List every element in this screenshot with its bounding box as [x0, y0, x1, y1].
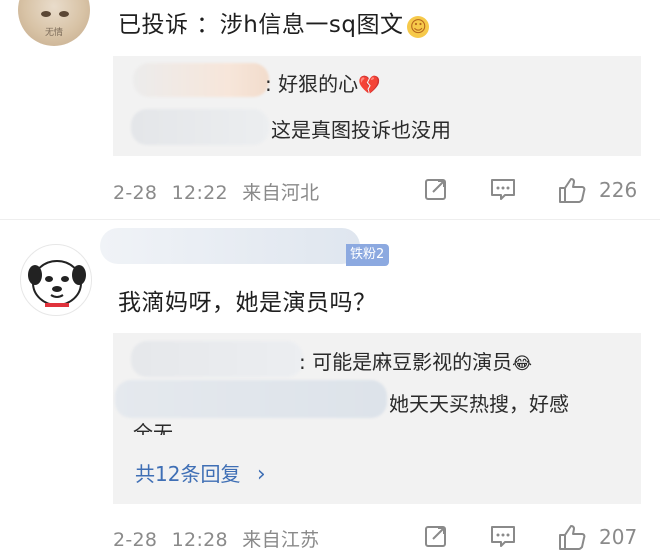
- reply-text: 她天天买热搜，好感: [389, 392, 569, 416]
- avatar-caption: 无情: [44, 28, 63, 38]
- reply-text: 这是真图投诉也没用: [271, 118, 451, 142]
- reply-username-blur: [131, 341, 303, 377]
- comment-divider: [0, 219, 660, 220]
- comment-text: 我滴妈呀，她是演员吗？: [118, 290, 377, 316]
- comment-text: 已投诉 ：涉h信息一sq图文 ☺: [118, 5, 430, 39]
- reply-username-blur: [115, 380, 387, 418]
- laugh-emoji: 😂: [512, 354, 532, 374]
- fan-badge: 铁粉2: [346, 244, 390, 266]
- smile-emoji: ☺: [407, 16, 430, 38]
- reply-line-continued: 全无: [133, 421, 173, 435]
- avatar-dog[interactable]: [20, 244, 92, 316]
- share-icon[interactable]: [423, 176, 449, 206]
- comment-icon[interactable]: [489, 176, 517, 206]
- chevron-right-icon: ›: [256, 462, 266, 487]
- thumbs-up-icon[interactable]: [557, 523, 587, 555]
- reply-username-blur: [133, 63, 269, 97]
- reply-line: : 好狠的心💔: [265, 72, 381, 96]
- comment-meta: 2-28 12:22 来自河北 226: [113, 176, 643, 206]
- share-icon[interactable]: [423, 523, 449, 553]
- comment-meta: 2-28 12:28 来自江苏 207: [113, 523, 643, 553]
- reply-box[interactable]: : 好狠的心💔 这是真图投诉也没用: [113, 56, 641, 156]
- reply-line: 这是真图投诉也没用: [271, 114, 451, 143]
- reply-username-blur: [131, 109, 269, 145]
- comment-icon[interactable]: [489, 523, 517, 553]
- meta-info: 2-28 12:28 来自江苏: [113, 529, 320, 551]
- more-replies-link[interactable]: 共12条回复 ›: [135, 458, 266, 487]
- avatar-cat[interactable]: 无情: [18, 0, 90, 46]
- comment-body: 已投诉 ：涉h信息一sq图文: [118, 12, 404, 38]
- meta-info: 2-28 12:22 来自河北: [113, 182, 320, 204]
- thumbs-up-icon[interactable]: [557, 176, 587, 208]
- username-blur[interactable]: [100, 228, 360, 264]
- reply-text: 好狠的心: [278, 72, 359, 96]
- reply-line: : 可能是麻豆影视的演员😂: [299, 350, 532, 374]
- heart-broken-emoji: 💔: [358, 75, 381, 96]
- more-replies-label: 共12条回复: [135, 462, 241, 486]
- like-count: 207: [599, 525, 638, 549]
- reply-line: 她天天买热搜，好感: [389, 388, 569, 417]
- reply-text: 可能是麻豆影视的演员: [312, 350, 513, 374]
- like-count: 226: [599, 178, 638, 202]
